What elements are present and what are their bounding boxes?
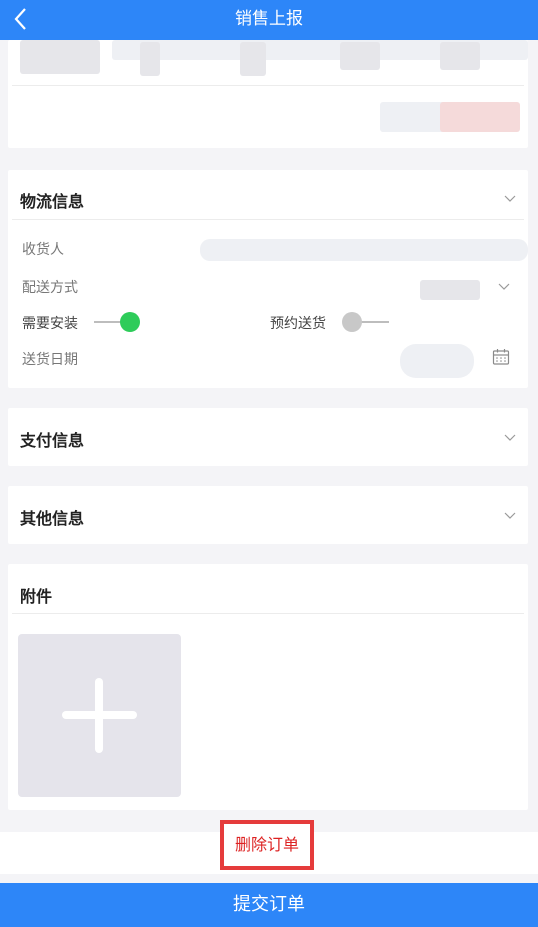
payment-section[interactable]: 支付信息 (8, 408, 528, 466)
product-card (8, 40, 528, 148)
top-nav-bar: 销售上报 (0, 0, 538, 40)
delete-order-button[interactable]: 删除订单 (220, 820, 314, 870)
delete-bar: 删除订单 (0, 820, 538, 874)
chevron-down-icon[interactable] (504, 509, 516, 521)
receiver-input-redacted[interactable] (200, 239, 528, 261)
redacted-text (340, 42, 380, 70)
scheduled-delivery-label: 预约送货 (270, 316, 326, 332)
chevron-down-icon[interactable] (504, 431, 516, 443)
delivery-method-label: 配送方式 (22, 280, 78, 296)
redacted-text (140, 42, 160, 76)
install-label: 需要安装 (22, 316, 78, 332)
divider (12, 219, 524, 220)
install-toggle-knob[interactable] (120, 312, 140, 332)
product-thumbnail (20, 40, 100, 74)
redacted-text (380, 102, 446, 132)
chevron-down-icon[interactable] (504, 192, 516, 204)
scheduled-toggle-knob[interactable] (342, 312, 362, 332)
redacted-text (440, 42, 480, 70)
delivery-date-label: 送货日期 (22, 352, 78, 368)
section-title-payment: 支付信息 (20, 431, 85, 450)
section-title-other: 其他信息 (20, 509, 85, 528)
receiver-label: 收货人 (22, 242, 64, 258)
other-info-section[interactable]: 其他信息 (8, 486, 528, 544)
plus-icon-vertical (95, 678, 103, 753)
redacted-text (240, 42, 266, 76)
divider (12, 613, 524, 614)
calendar-icon[interactable] (492, 348, 510, 366)
redacted-price (440, 102, 520, 132)
section-title-logistics: 物流信息 (20, 192, 85, 211)
divider (12, 85, 524, 86)
add-attachment-button[interactable] (18, 634, 181, 797)
attachment-section: 附件 (8, 564, 528, 810)
chevron-down-icon[interactable] (498, 280, 510, 292)
page-title: 销售上报 (235, 9, 303, 29)
delivery-method-value-redacted[interactable] (420, 280, 480, 300)
submit-order-button[interactable]: 提交订单 (0, 883, 538, 927)
delivery-date-value-redacted[interactable] (400, 344, 474, 378)
logistics-section: 物流信息 收货人 配送方式 需要安装 预约送货 送货日期 (8, 170, 528, 388)
section-title-attachment: 附件 (20, 587, 53, 606)
